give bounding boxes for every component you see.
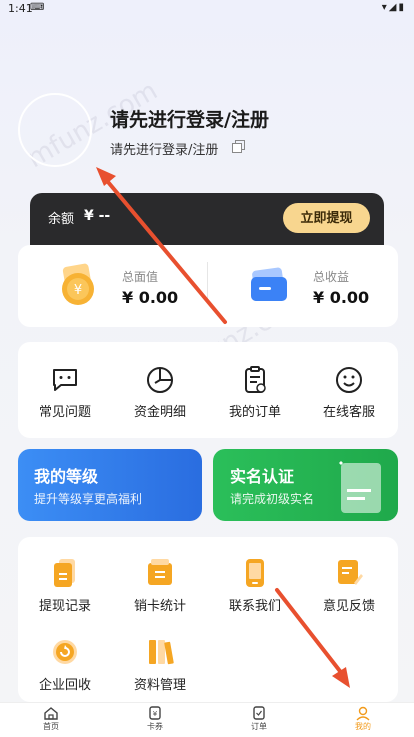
balance-label: 余额	[48, 212, 75, 227]
contact-icon	[246, 559, 264, 587]
total-income-label: 总收益	[313, 270, 350, 284]
avatar[interactable]	[18, 93, 92, 167]
status-time: 1:41	[8, 2, 33, 15]
menu-item-label: 联系我们	[228, 599, 281, 614]
menu-item-faq[interactable]: 常见问题	[18, 365, 112, 420]
gamepad-icon: ⌨	[30, 2, 45, 13]
menu-item-label: 我的订单	[228, 405, 281, 420]
coupon-icon: ¥	[149, 706, 161, 720]
menu-item-label: 提现记录	[38, 599, 91, 614]
svg-text:¥: ¥	[74, 283, 82, 298]
menu-item-enterprise-recycle[interactable]: 企业回收	[18, 636, 112, 693]
menu-item-feedback[interactable]: 意见反馈	[302, 557, 396, 614]
menu-item-withdraw-record[interactable]: 提现记录	[18, 557, 112, 614]
menu-item-customer-service[interactable]: 在线客服	[302, 365, 396, 420]
tab-me[interactable]: 我的	[333, 705, 393, 732]
verify-subtitle: 请完成初级实名	[230, 492, 315, 506]
level-title: 我的等级	[34, 467, 99, 486]
customer-service-icon	[336, 367, 362, 393]
total-face-value: ¥ 0.00	[122, 288, 179, 307]
tab-home[interactable]: 首页	[21, 705, 81, 732]
withdraw-button[interactable]: 立即提现	[283, 203, 370, 233]
svg-text:¥: ¥	[153, 710, 158, 718]
order-tab-icon	[253, 706, 265, 720]
me-icon	[356, 706, 370, 721]
tab-coupon[interactable]: ¥ 卡券	[125, 705, 185, 732]
menu-item-label: 常见问题	[38, 405, 91, 420]
menu-item-label: 意见反馈	[322, 599, 375, 614]
tab-label: 首页	[43, 722, 59, 731]
data-manage-icon	[149, 640, 174, 665]
menu-item-label: 销卡统计	[133, 599, 186, 614]
menu-item-label: 企业回收	[38, 678, 91, 693]
tab-label: 卡券	[147, 722, 163, 731]
balance-value: ¥ --	[84, 208, 111, 224]
enterprise-recycle-icon	[53, 640, 77, 664]
menu-item-contact[interactable]: 联系我们	[208, 557, 302, 614]
tab-label: 订单	[251, 722, 267, 731]
fund-detail-icon	[147, 367, 173, 393]
copy-icon[interactable]	[232, 140, 245, 153]
menu-item-my-orders[interactable]: 我的订单	[208, 365, 302, 420]
tab-bar: 首页 ¥ 卡券 订单 我的	[0, 702, 414, 737]
menu-item-fund-detail[interactable]: 资金明细	[113, 365, 207, 420]
tab-label: 我的	[355, 722, 371, 731]
order-icon	[245, 366, 266, 393]
coin-icon: ¥	[62, 263, 94, 305]
faq-icon	[53, 369, 77, 391]
login-subtitle: 请先进行登录/注册	[110, 143, 219, 158]
status-icons: ▾◢▮	[381, 2, 406, 13]
wallet-icon	[251, 267, 287, 301]
menu-item-label: 资料管理	[133, 678, 186, 693]
total-face-label: 总面值	[122, 270, 159, 284]
menu-item-label: 资金明细	[133, 405, 186, 420]
status-bar: 1:41 ⌨ ▾◢▮	[0, 0, 414, 18]
feedback-icon	[338, 560, 363, 585]
verify-title: 实名认证	[230, 467, 295, 486]
withdraw-record-icon	[54, 559, 75, 587]
menu-item-card-stats[interactable]: 销卡统计	[113, 557, 207, 614]
menu-item-label: 在线客服	[322, 405, 375, 420]
menu-item-data-manage[interactable]: 资料管理	[113, 636, 207, 693]
id-card-icon	[339, 461, 381, 513]
card-stats-icon	[148, 559, 172, 585]
home-icon	[44, 707, 58, 720]
level-subtitle: 提升等级享更高福利	[34, 492, 143, 506]
login-title[interactable]: 请先进行登录/注册	[110, 105, 269, 132]
divider	[207, 262, 208, 302]
total-income-value: ¥ 0.00	[313, 288, 370, 307]
tab-orders[interactable]: 订单	[229, 705, 289, 732]
